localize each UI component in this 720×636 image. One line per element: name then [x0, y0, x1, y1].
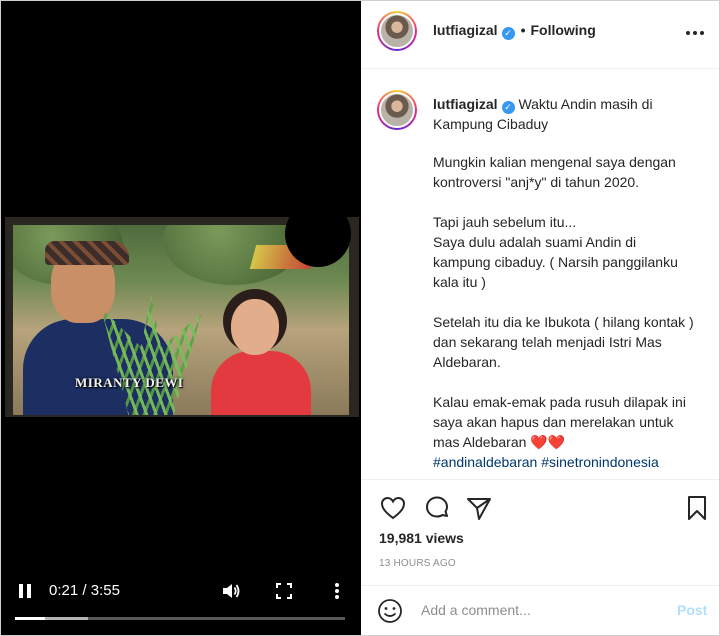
- actor-right: [203, 255, 313, 415]
- more-vertical-icon: [335, 583, 339, 599]
- caption-section: lutfiagizal ✓ Waktu Andin masih di Kampun…: [361, 70, 719, 479]
- caption-paragraph: Setelah itu dia ke Ibukota ( hilang kont…: [433, 314, 694, 370]
- post-header: lutfiagizal ✓ • Following: [361, 1, 719, 69]
- video-player[interactable]: MIRANTY DEWI 0:21 / 3:55: [1, 1, 361, 635]
- video-name-caption: MIRANTY DEWI: [75, 375, 184, 390]
- current-time: 0:21: [49, 582, 79, 599]
- options-button[interactable]: [683, 25, 707, 41]
- fullscreen-icon: [276, 583, 292, 599]
- more-horizontal-icon: [686, 31, 690, 35]
- duration: 3:55: [90, 582, 120, 599]
- pause-icon: [19, 584, 23, 598]
- emoji-button[interactable]: [377, 598, 403, 624]
- avatar[interactable]: [377, 90, 417, 130]
- volume-icon: [223, 584, 240, 598]
- fullscreen-button[interactable]: [273, 581, 295, 601]
- share-button[interactable]: [465, 494, 493, 522]
- post-timestamp[interactable]: 13 HOURS AGO: [379, 558, 456, 569]
- time-display: 0:21 / 3:55: [49, 581, 120, 601]
- paper-plane-icon: [467, 498, 491, 520]
- post-comment-button[interactable]: Post: [677, 602, 707, 618]
- video-more-button[interactable]: [327, 581, 347, 601]
- emoji-icon: [378, 599, 402, 623]
- hashtag-link[interactable]: #sinetronindonesia: [541, 454, 659, 470]
- pause-button[interactable]: [15, 581, 35, 601]
- caption-paragraph: Tapi jauh sebelum itu... Saya dulu adala…: [433, 214, 678, 290]
- post-actions: 19,981 views 13 HOURS AGO: [361, 479, 719, 579]
- post-caption: lutfiagizal ✓ Waktu Andin masih di Kampun…: [433, 94, 695, 472]
- caption-paragraph: Mungkin kalian mengenal saya dengan kont…: [433, 154, 676, 190]
- video-controls: 0:21 / 3:55: [1, 571, 361, 635]
- like-button[interactable]: [379, 494, 407, 522]
- header-user-line: lutfiagizal ✓ • Following: [433, 21, 596, 40]
- save-button[interactable]: [683, 494, 711, 522]
- post-sidebar: lutfiagizal ✓ • Following lutfiagizal ✓ Wakt…: [361, 1, 719, 635]
- progress-bar[interactable]: [15, 617, 345, 620]
- view-count[interactable]: 19,981 views: [379, 530, 464, 546]
- header-separator: •: [520, 22, 526, 38]
- volume-button[interactable]: [219, 581, 243, 601]
- heart-icon: [380, 496, 406, 520]
- caption-paragraph: Kalau emak-emak pada rusuh dilapak ini s…: [433, 394, 686, 450]
- time-separator: /: [78, 582, 91, 599]
- comment-button[interactable]: [423, 494, 451, 522]
- avatar[interactable]: [377, 11, 417, 51]
- caption-username[interactable]: lutfiagizal: [433, 96, 498, 112]
- comment-input[interactable]: [421, 599, 661, 621]
- video-mask-circle: [285, 201, 351, 267]
- verified-badge-icon: ✓: [501, 100, 515, 114]
- progress-played: [15, 617, 45, 620]
- hashtag-link[interactable]: #andinaldebaran: [433, 454, 537, 470]
- header-username[interactable]: lutfiagizal: [433, 22, 498, 38]
- verified-badge-icon: ✓: [501, 26, 515, 40]
- comment-form: Post: [361, 585, 719, 635]
- comment-icon: [426, 496, 448, 518]
- following-button[interactable]: Following: [530, 22, 595, 38]
- bookmark-icon: [688, 496, 706, 520]
